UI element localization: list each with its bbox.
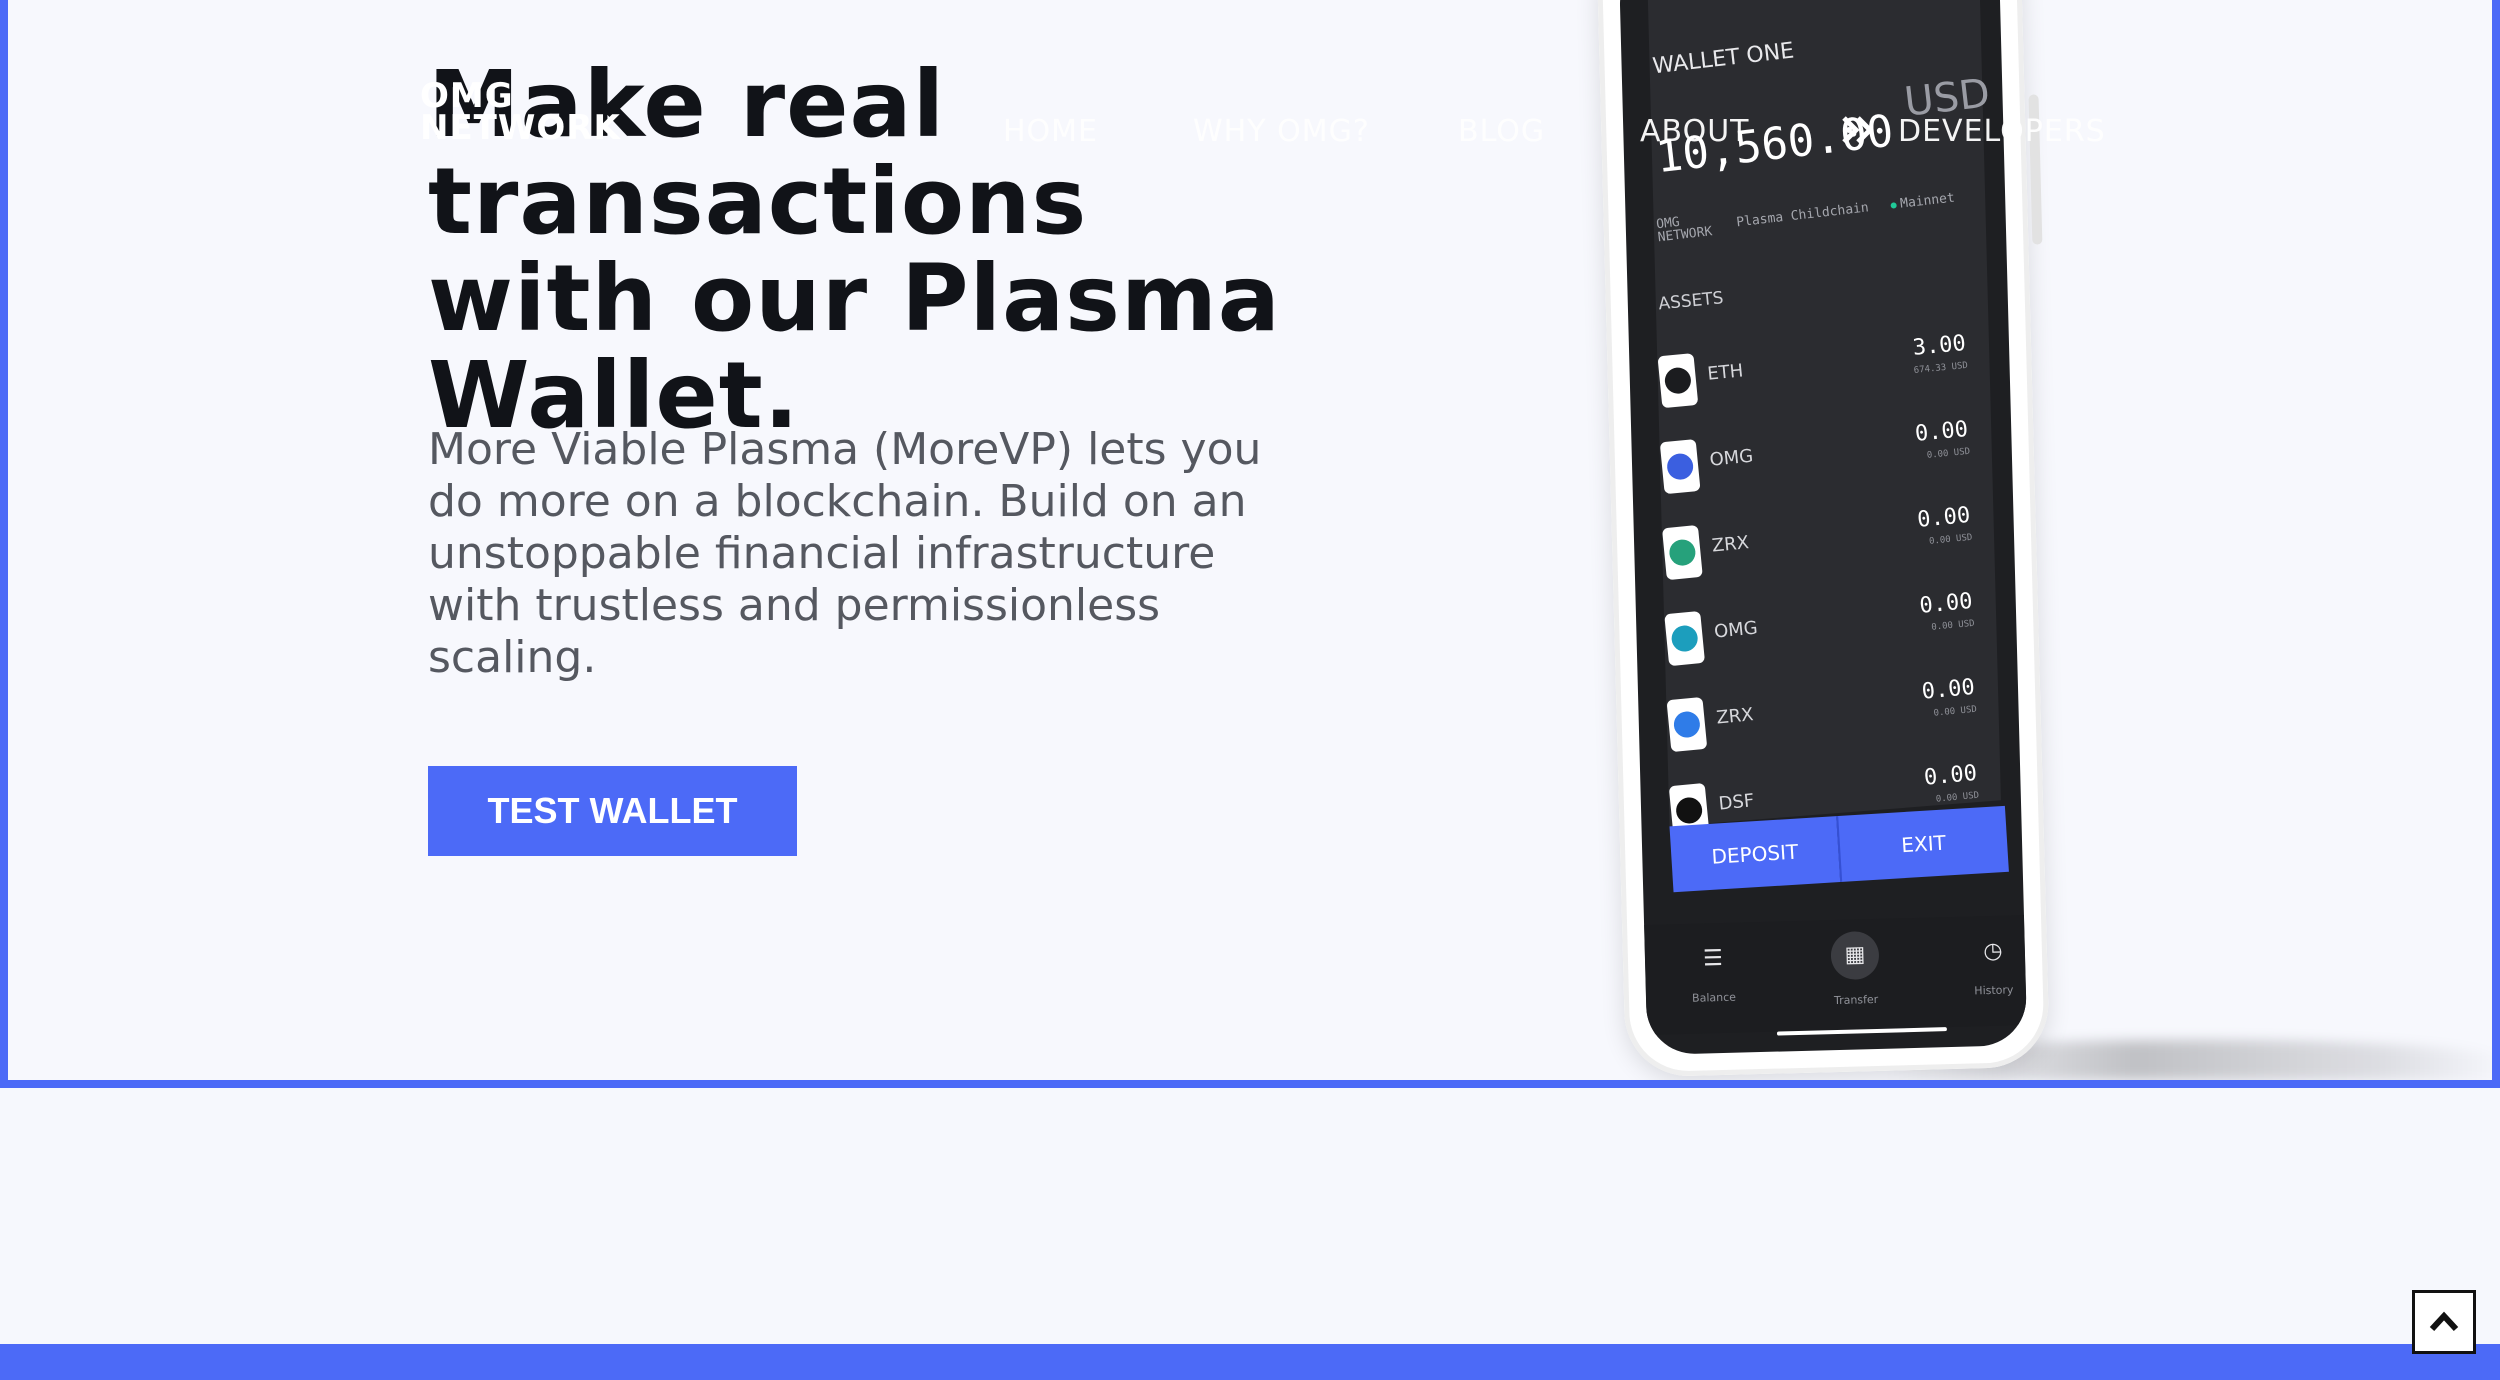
asset-symbol: DSF bbox=[1717, 790, 1756, 815]
hero-description: More Viable Plasma (MoreVP) lets you do … bbox=[428, 424, 1262, 683]
token-badge bbox=[1663, 366, 1693, 395]
asset-amount: 3.00 bbox=[1911, 330, 1967, 361]
asset-symbol: OMG bbox=[1713, 617, 1759, 643]
clock-icon: ◷ bbox=[1982, 938, 2003, 965]
footer-bar bbox=[0, 1344, 2500, 1380]
asset-amount: 0.00 bbox=[1920, 674, 1976, 705]
asset-amount: 0.00 bbox=[1916, 502, 1972, 533]
ethereum-icon bbox=[1657, 353, 1699, 409]
asset-amount: 0.00 bbox=[1913, 416, 1970, 447]
asset-amount: 0.00 bbox=[1922, 760, 1979, 791]
tab-history[interactable]: ◷ History bbox=[1952, 933, 2027, 998]
tab-balance-label: Balance bbox=[1691, 990, 1737, 1005]
network-status-label: Mainnet bbox=[1899, 190, 1956, 212]
tab-history-label: History bbox=[1974, 983, 2014, 998]
exit-button[interactable]: EXIT bbox=[1836, 805, 2009, 883]
circle-c-icon bbox=[1664, 610, 1706, 667]
stripes-icon bbox=[1666, 696, 1708, 753]
tab-transfer[interactable]: ▦ Transfer bbox=[1814, 930, 1896, 1008]
asset-symbol: ETH bbox=[1706, 360, 1745, 385]
nav-developers[interactable]: DEVELOPERS bbox=[1898, 114, 2106, 149]
omg-token-icon bbox=[1659, 438, 1701, 495]
developers-icon bbox=[1842, 116, 1874, 144]
coins-stack-icon: ☰ bbox=[1702, 945, 1724, 972]
nav-why-omg[interactable]: WHY OMG? bbox=[1193, 114, 1370, 149]
tab-balance[interactable]: ☰ Balance bbox=[1673, 940, 1755, 1005]
asset-amount: 0.00 bbox=[1918, 588, 1974, 619]
hero-section: WALLET ONE USD 10,560.00 OMG NETWORK Pla… bbox=[0, 0, 2500, 1088]
deposit-button[interactable]: DEPOSIT bbox=[1669, 816, 1841, 893]
test-wallet-button[interactable]: TEST WALLET bbox=[428, 766, 797, 856]
asset-usd-value: 0.00 USD bbox=[1926, 446, 1971, 461]
logo-line-2: NETWORK bbox=[420, 108, 621, 148]
asset-symbol: ZRX bbox=[1710, 532, 1750, 557]
token-badge bbox=[1670, 624, 1699, 653]
asset-usd-value: 0.00 USD bbox=[1928, 532, 1973, 547]
asset-usd-value: 0.00 USD bbox=[1930, 618, 1976, 633]
chevron-up-icon bbox=[2429, 1311, 2459, 1332]
next-section bbox=[0, 1088, 2500, 1344]
nav-home[interactable]: HOME bbox=[1003, 114, 1098, 149]
asset-symbol: OMG bbox=[1708, 445, 1755, 471]
phone-mockup: WALLET ONE USD 10,560.00 OMG NETWORK Pla… bbox=[1596, 0, 2050, 1078]
token-badge bbox=[1665, 452, 1695, 481]
asset-usd-value: 0.00 USD bbox=[1933, 704, 1978, 719]
token-badge bbox=[1668, 538, 1697, 567]
asset-usd-value: 0.00 USD bbox=[1935, 790, 1980, 805]
token-badge bbox=[1674, 796, 1704, 825]
tab-transfer-label: Transfer bbox=[1833, 992, 1879, 1008]
phone-screen: WALLET ONE USD 10,560.00 OMG NETWORK Pla… bbox=[1618, 0, 2028, 1055]
network-status: Mainnet bbox=[1889, 190, 1956, 212]
nav-blog[interactable]: BLOG bbox=[1458, 114, 1545, 149]
asset-symbol: ZRX bbox=[1715, 704, 1755, 729]
asset-usd-value: 674.33 USD bbox=[1913, 360, 1969, 376]
scroll-to-top-button[interactable] bbox=[2412, 1290, 2476, 1354]
network-brand: OMG NETWORK bbox=[1655, 214, 1714, 246]
tether-icon bbox=[1661, 524, 1703, 581]
grid-icon: ▦ bbox=[1830, 930, 1880, 981]
token-badge bbox=[1672, 710, 1702, 739]
status-dot-icon bbox=[1889, 201, 1897, 209]
site-logo[interactable]: OMG NETWORK bbox=[420, 79, 621, 148]
phone-tab-bar: ☰ Balance ▦ Transfer ◷ History bbox=[1644, 915, 2027, 1035]
nav-about[interactable]: ABOUT bbox=[1640, 114, 1749, 149]
